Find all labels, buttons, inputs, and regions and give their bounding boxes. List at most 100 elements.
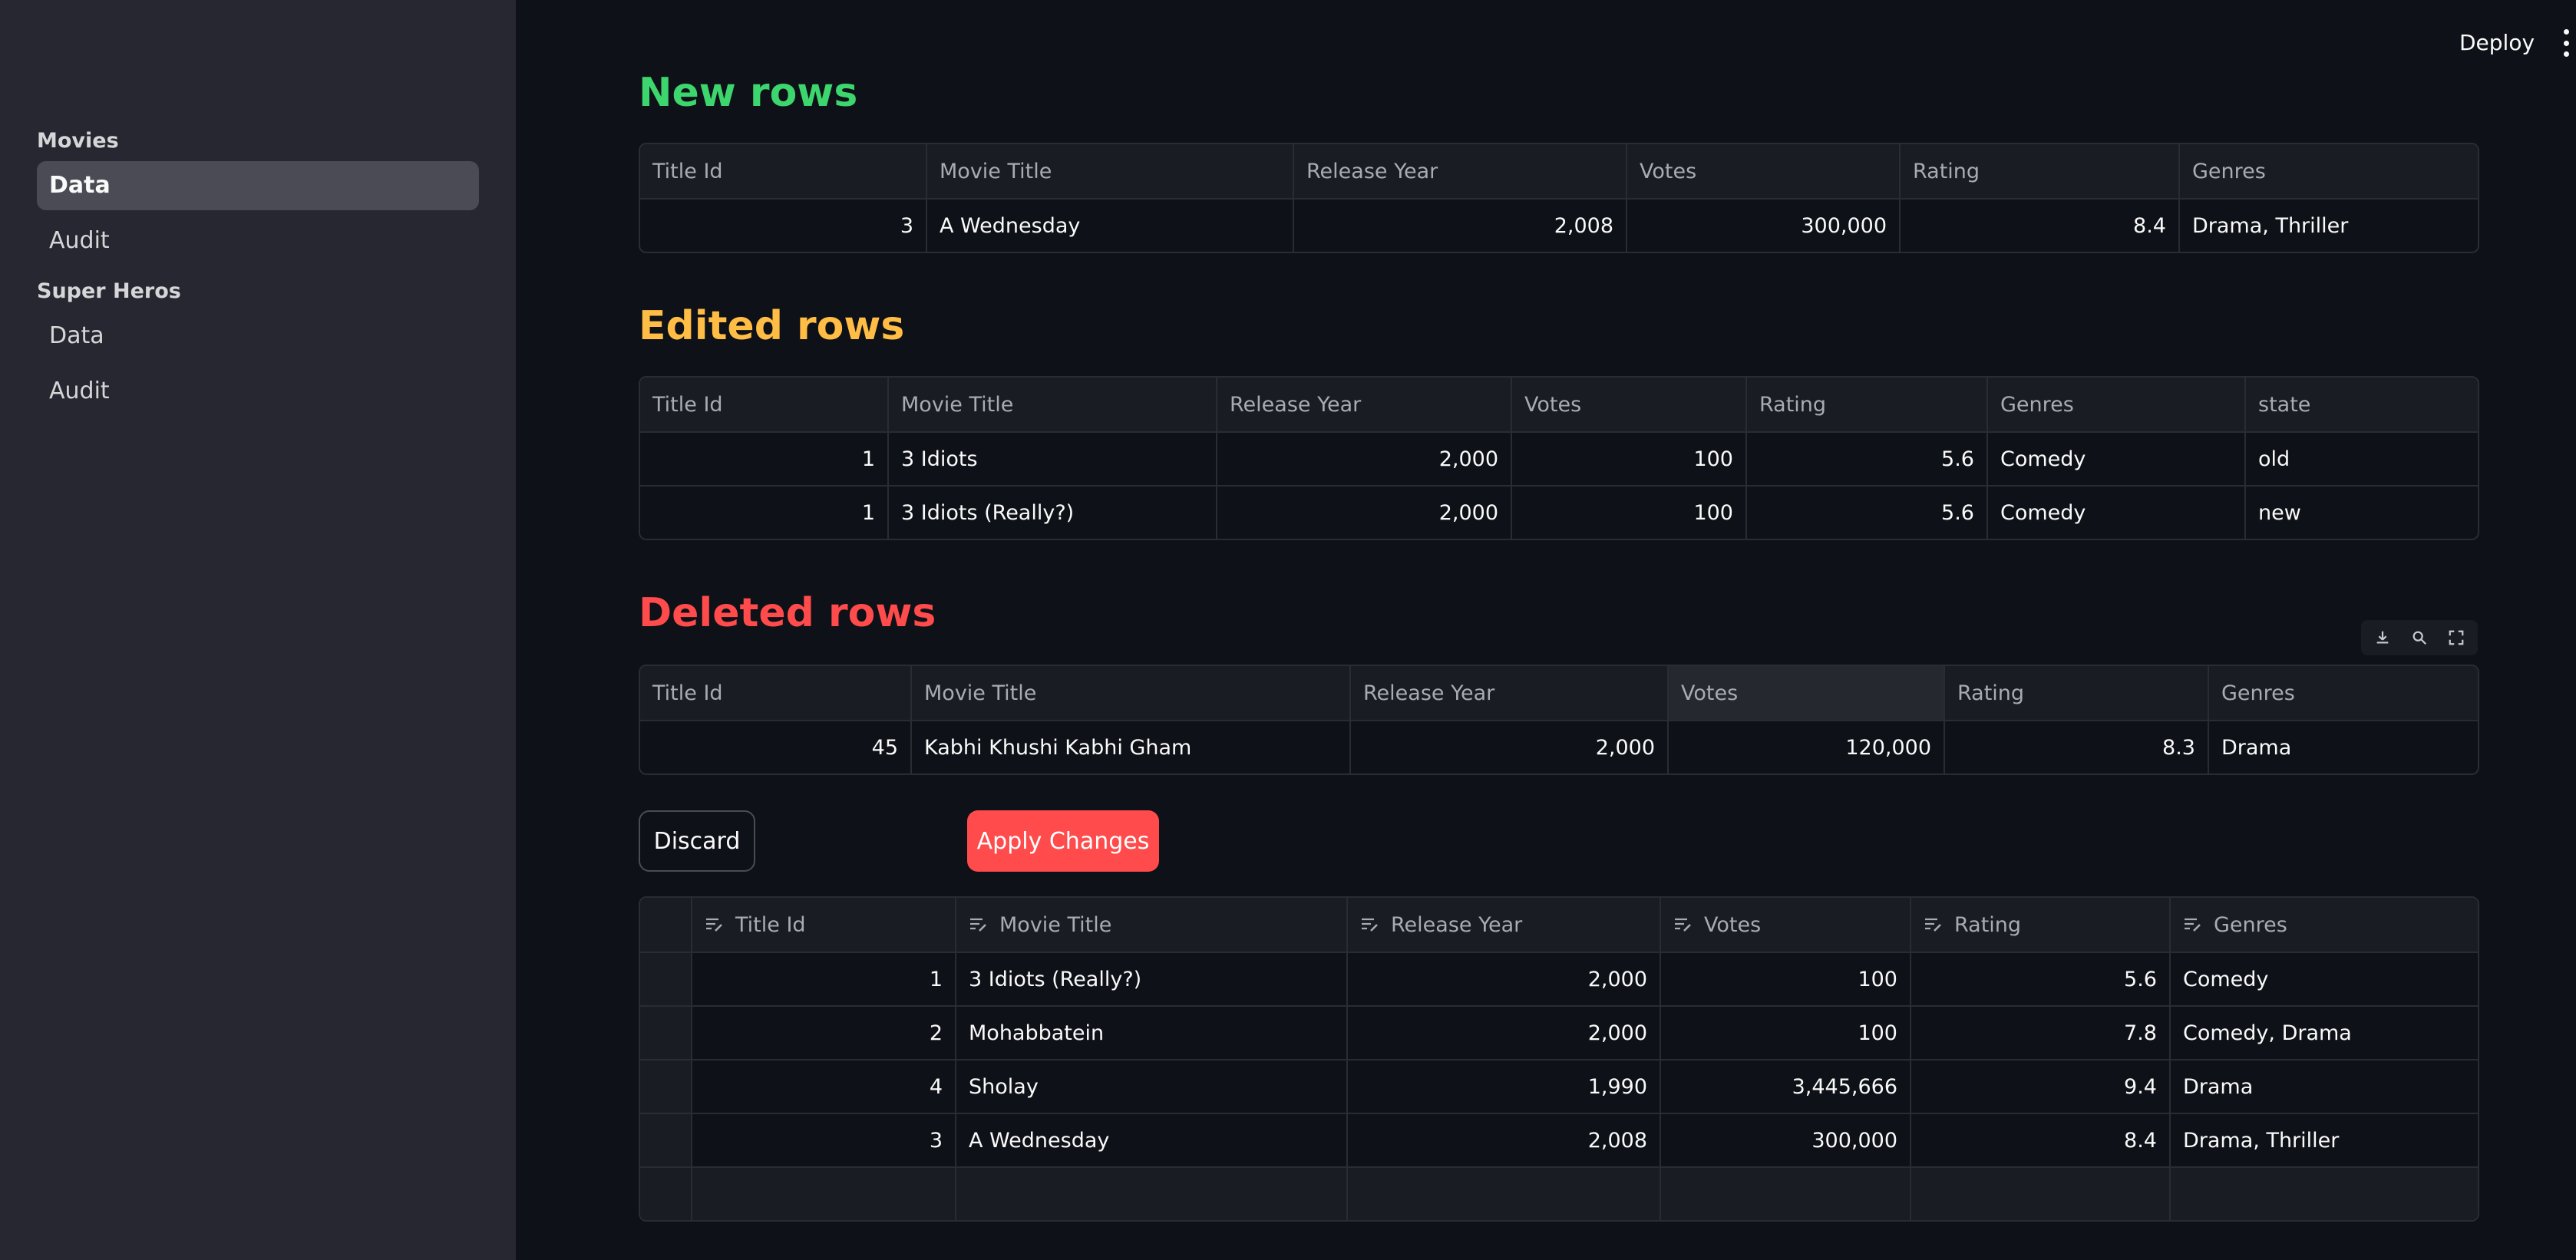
- column-header-genres[interactable]: Genres: [2178, 144, 2478, 198]
- cell-movie-title[interactable]: Kabhi Khushi Kabhi Gham: [910, 721, 1349, 773]
- cell-rating[interactable]: 5.6: [1745, 487, 1986, 539]
- cell-votes[interactable]: 100: [1660, 1007, 1910, 1059]
- cell-votes[interactable]: 120,000: [1667, 721, 1944, 773]
- column-header-title-id[interactable]: Title Id: [691, 898, 955, 952]
- column-header-release-year[interactable]: Release Year: [1293, 144, 1626, 198]
- cell-genres[interactable]: Drama: [2169, 1060, 2478, 1113]
- column-header-title-id[interactable]: Title Id: [640, 144, 926, 198]
- cell-rating[interactable]: 7.8: [1910, 1007, 2169, 1059]
- add-row[interactable]: [640, 1166, 2478, 1220]
- sidebar: Movies Data Audit Super Heros Data Audit: [0, 0, 516, 1260]
- sidebar-item-movies-data[interactable]: Data: [37, 161, 479, 210]
- cell-votes[interactable]: 3,445,666: [1660, 1060, 1910, 1113]
- column-header-votes[interactable]: Votes: [1667, 666, 1944, 720]
- cell-title-id[interactable]: 2: [691, 1007, 955, 1059]
- cell-votes[interactable]: 100: [1660, 953, 1910, 1005]
- cell-state[interactable]: new: [2244, 487, 2478, 539]
- cell-rating[interactable]: 8.4: [1899, 200, 2178, 252]
- cell-movie-title[interactable]: Mohabbatein: [955, 1007, 1346, 1059]
- empty-cell[interactable]: [955, 1168, 1346, 1220]
- sidebar-item-superheros-audit[interactable]: Audit: [37, 367, 479, 416]
- cell-movie-title[interactable]: A Wednesday: [955, 1114, 1346, 1166]
- column-header-genres[interactable]: Genres: [1986, 378, 2244, 431]
- row-index-cell[interactable]: [640, 1114, 691, 1166]
- cell-votes[interactable]: 100: [1511, 433, 1745, 485]
- cell-votes[interactable]: 300,000: [1660, 1114, 1910, 1166]
- cell-title-id[interactable]: 1: [691, 953, 955, 1005]
- cell-title-id[interactable]: 1: [640, 433, 887, 485]
- download-icon[interactable]: [2366, 622, 2399, 653]
- cell-votes[interactable]: 100: [1511, 487, 1745, 539]
- cell-genres[interactable]: Comedy: [1986, 433, 2244, 485]
- cell-title-id[interactable]: 1: [640, 487, 887, 539]
- column-header-release-year[interactable]: Release Year: [1216, 378, 1511, 431]
- cell-release-year[interactable]: 2,008: [1346, 1114, 1660, 1166]
- cell-rating[interactable]: 5.6: [1745, 433, 1986, 485]
- cell-genres[interactable]: Drama, Thriller: [2169, 1114, 2478, 1166]
- empty-cell[interactable]: [1346, 1168, 1660, 1220]
- column-header-release-year[interactable]: Release Year: [1346, 898, 1660, 952]
- cell-votes[interactable]: 300,000: [1626, 200, 1899, 252]
- cell-movie-title[interactable]: 3 Idiots (Really?): [955, 953, 1346, 1005]
- cell-release-year[interactable]: 2,008: [1293, 200, 1626, 252]
- cell-release-year[interactable]: 2,000: [1216, 487, 1511, 539]
- empty-cell[interactable]: [1660, 1168, 1910, 1220]
- cell-genres[interactable]: Comedy, Drama: [2169, 1007, 2478, 1059]
- row-index-cell[interactable]: [640, 953, 691, 1005]
- cell-release-year[interactable]: 2,000: [1349, 721, 1667, 773]
- row-index-cell[interactable]: [640, 1007, 691, 1059]
- column-header-rating[interactable]: Rating: [1944, 666, 2208, 720]
- cell-state[interactable]: old: [2244, 433, 2478, 485]
- apply-changes-button[interactable]: Apply Changes: [967, 810, 1159, 872]
- column-header-title-id[interactable]: Title Id: [640, 666, 910, 720]
- cell-release-year[interactable]: 2,000: [1216, 433, 1511, 485]
- column-header-release-year[interactable]: Release Year: [1349, 666, 1667, 720]
- sidebar-item-movies-audit[interactable]: Audit: [37, 216, 479, 266]
- cell-genres[interactable]: Drama, Thriller: [2178, 200, 2478, 252]
- cell-genres[interactable]: Drama: [2208, 721, 2478, 773]
- row-index-cell[interactable]: [640, 1168, 691, 1220]
- column-header-genres[interactable]: Genres: [2208, 666, 2478, 720]
- column-header-title-id[interactable]: Title Id: [640, 378, 887, 431]
- column-header-votes[interactable]: Votes: [1511, 378, 1745, 431]
- cell-rating[interactable]: 9.4: [1910, 1060, 2169, 1113]
- cell-title-id[interactable]: 3: [691, 1114, 955, 1166]
- column-header-movie-title[interactable]: Movie Title: [887, 378, 1216, 431]
- cell-title-id[interactable]: 45: [640, 721, 910, 773]
- sidebar-item-superheros-data[interactable]: Data: [37, 312, 479, 361]
- column-header-rating[interactable]: Rating: [1899, 144, 2178, 198]
- cell-title-id[interactable]: 4: [691, 1060, 955, 1113]
- row-index-cell[interactable]: [640, 1060, 691, 1113]
- fullscreen-icon[interactable]: [2439, 622, 2473, 653]
- column-header-label: Genres: [2214, 912, 2287, 937]
- column-header-votes[interactable]: Votes: [1660, 898, 1910, 952]
- cell-rating[interactable]: 5.6: [1910, 953, 2169, 1005]
- empty-cell[interactable]: [1910, 1168, 2169, 1220]
- column-header-rating[interactable]: Rating: [1910, 898, 2169, 952]
- cell-movie-title[interactable]: 3 Idiots (Really?): [887, 487, 1216, 539]
- empty-cell[interactable]: [691, 1168, 955, 1220]
- cell-movie-title[interactable]: Sholay: [955, 1060, 1346, 1113]
- column-header-movie-title[interactable]: Movie Title: [955, 898, 1346, 952]
- column-header-movie-title[interactable]: Movie Title: [910, 666, 1349, 720]
- search-icon[interactable]: [2403, 622, 2436, 653]
- cell-rating[interactable]: 8.3: [1944, 721, 2208, 773]
- cell-rating[interactable]: 8.4: [1910, 1114, 2169, 1166]
- cell-genres[interactable]: Comedy: [1986, 487, 2244, 539]
- deploy-button[interactable]: Deploy: [2449, 26, 2545, 60]
- column-header-rating[interactable]: Rating: [1745, 378, 1986, 431]
- cell-release-year[interactable]: 2,000: [1346, 1007, 1660, 1059]
- column-header-movie-title[interactable]: Movie Title: [926, 144, 1293, 198]
- empty-cell[interactable]: [2169, 1168, 2478, 1220]
- cell-genres[interactable]: Comedy: [2169, 953, 2478, 1005]
- column-header-state[interactable]: state: [2244, 378, 2478, 431]
- cell-release-year[interactable]: 1,990: [1346, 1060, 1660, 1113]
- column-header-votes[interactable]: Votes: [1626, 144, 1899, 198]
- cell-movie-title[interactable]: 3 Idiots: [887, 433, 1216, 485]
- cell-movie-title[interactable]: A Wednesday: [926, 200, 1293, 252]
- cell-release-year[interactable]: 2,000: [1346, 953, 1660, 1005]
- cell-title-id[interactable]: 3: [640, 200, 926, 252]
- discard-button[interactable]: Discard: [639, 810, 755, 872]
- main-menu-icon[interactable]: [2561, 29, 2571, 57]
- column-header-genres[interactable]: Genres: [2169, 898, 2478, 952]
